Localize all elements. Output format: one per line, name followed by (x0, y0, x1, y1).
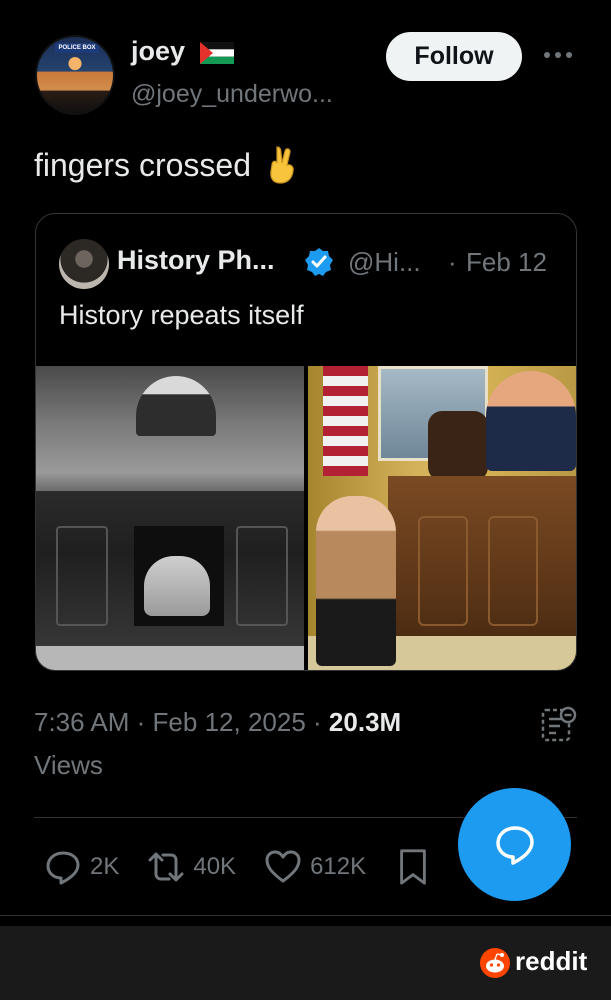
more-options-icon[interactable] (540, 45, 576, 65)
bookmark-button[interactable] (394, 848, 432, 886)
post-text: fingers crossed (34, 146, 251, 183)
reddit-logo-icon (480, 948, 510, 978)
repost-count: 40K (193, 853, 237, 880)
quoted-author-handle[interactable]: @Hi... (348, 247, 421, 278)
repost-button[interactable]: 40K (147, 848, 236, 886)
post-body: fingers crossed (34, 145, 299, 185)
quoted-date[interactable]: Feb 12 (466, 247, 547, 278)
like-count: 612K (310, 853, 367, 880)
heart-icon (265, 850, 301, 883)
photo-right-desk-panel (418, 516, 468, 626)
palestine-flag-icon (200, 42, 234, 64)
author-handle[interactable]: @joey_underwo... (131, 80, 333, 109)
quoted-author-name[interactable]: History Ph... (117, 245, 275, 276)
views-label: Views (34, 750, 103, 780)
reply-icon (46, 851, 80, 885)
reddit-wordmark: reddit (515, 946, 588, 976)
photo-historic-desk[interactable] (36, 366, 304, 670)
post-analytics-icon[interactable] (540, 705, 578, 743)
photo-right-desk-panel (488, 516, 538, 626)
reply-count: 2K (90, 853, 120, 880)
author-avatar[interactable]: POLICE BOX (35, 35, 115, 115)
views-count[interactable]: 20.3M (329, 707, 401, 737)
photo-right-man (486, 371, 576, 471)
quoted-separator: · (448, 247, 457, 277)
quoted-text: History repeats itself (59, 300, 304, 330)
compose-reply-fab[interactable] (458, 788, 571, 901)
photo-right-chair (428, 411, 488, 481)
photo-right-boy (316, 496, 396, 666)
photo-left-desk-panel (56, 526, 108, 626)
bookmark-icon (400, 849, 426, 885)
avatar-police-box-sign: POLICE BOX (55, 43, 99, 53)
photo-left-desk-panel (236, 526, 288, 626)
post-time[interactable]: 7:36 AM (34, 707, 129, 737)
post-header: POLICE BOX joey @joey_underwo... Follow (0, 0, 611, 130)
post-metadata: 7:36 AM · Feb 12, 2025 · 20.3M (34, 707, 401, 738)
repost-icon (148, 852, 184, 882)
action-bar: 2K 40K 612K (44, 845, 432, 889)
reply-button[interactable]: 2K (44, 848, 119, 886)
quoted-media (36, 366, 576, 670)
follow-button[interactable]: Follow (386, 32, 522, 81)
photo-modern-desk[interactable] (308, 366, 576, 670)
quoted-author-avatar[interactable] (59, 239, 109, 289)
like-button[interactable]: 612K (264, 848, 366, 886)
verified-badge-icon (305, 248, 333, 276)
chat-bubble-icon (495, 825, 534, 865)
photo-left-seated-man (136, 376, 216, 436)
quoted-post[interactable]: History Ph... @Hi... · Feb 12 History re… (35, 213, 577, 671)
meta-separator: · (136, 707, 146, 737)
author-display-name[interactable]: joey (131, 36, 185, 67)
crossed-fingers-icon (270, 146, 294, 184)
photo-right-flag (323, 366, 368, 476)
photo-left-child (144, 556, 210, 616)
photo-left-floor (36, 646, 304, 670)
post-date[interactable]: Feb 12, 2025 (153, 707, 306, 737)
meta-separator: · (313, 707, 322, 737)
bottom-divider (0, 915, 611, 916)
